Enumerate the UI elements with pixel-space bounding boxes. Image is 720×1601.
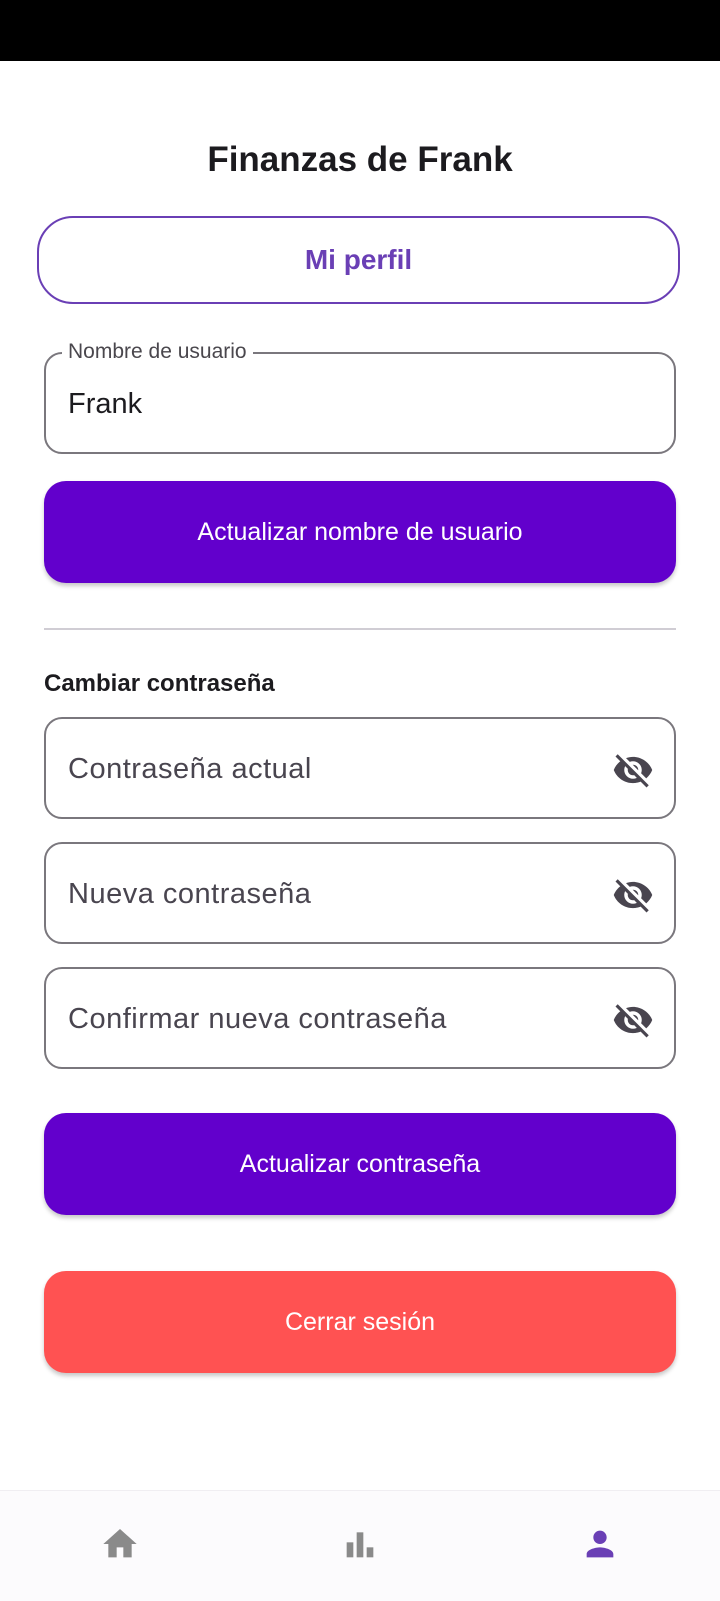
username-field[interactable]: Nombre de usuario Frank <box>44 339 676 454</box>
update-username-button-label: Actualizar nombre de usuario <box>197 517 523 546</box>
new-password-placeholder: Nueva contraseña <box>68 878 312 910</box>
nav-item-home[interactable] <box>80 1509 160 1579</box>
username-field-label: Nombre de usuario <box>62 339 253 365</box>
nav-item-profile[interactable] <box>560 1509 640 1579</box>
current-password-placeholder: Contraseña actual <box>68 753 312 785</box>
home-icon <box>103 1529 137 1558</box>
visibility-off-icon[interactable] <box>612 749 654 791</box>
bottom-navigation <box>0 1490 720 1601</box>
logout-button[interactable]: Cerrar sesión <box>44 1271 676 1373</box>
logout-button-label: Cerrar sesión <box>284 1307 436 1336</box>
page-title: Finanzas de Frank <box>207 140 513 179</box>
current-password-field[interactable]: Contraseña actual <box>44 717 676 819</box>
tab-my-profile-label: Mi perfil <box>304 244 413 275</box>
section-divider <box>44 628 676 630</box>
visibility-off-icon[interactable] <box>612 874 654 916</box>
status-bar <box>0 0 720 61</box>
bar-chart-icon <box>346 1532 374 1558</box>
nav-item-stats[interactable] <box>320 1509 400 1579</box>
update-password-button-label: Actualizar contraseña <box>239 1149 481 1178</box>
new-password-field[interactable]: Nueva contraseña <box>44 842 676 944</box>
update-password-button[interactable]: Actualizar contraseña <box>44 1113 676 1215</box>
person-icon <box>586 1530 614 1558</box>
confirm-password-placeholder: Confirmar nueva contraseña <box>68 1003 447 1035</box>
update-username-button[interactable]: Actualizar nombre de usuario <box>44 481 676 583</box>
tab-my-profile[interactable]: Mi perfil <box>37 216 680 304</box>
confirm-password-field[interactable]: Confirmar nueva contraseña <box>44 967 676 1069</box>
visibility-off-icon[interactable] <box>612 999 654 1041</box>
username-field-value: Frank <box>68 388 143 420</box>
change-password-heading: Cambiar contraseña <box>44 670 275 697</box>
